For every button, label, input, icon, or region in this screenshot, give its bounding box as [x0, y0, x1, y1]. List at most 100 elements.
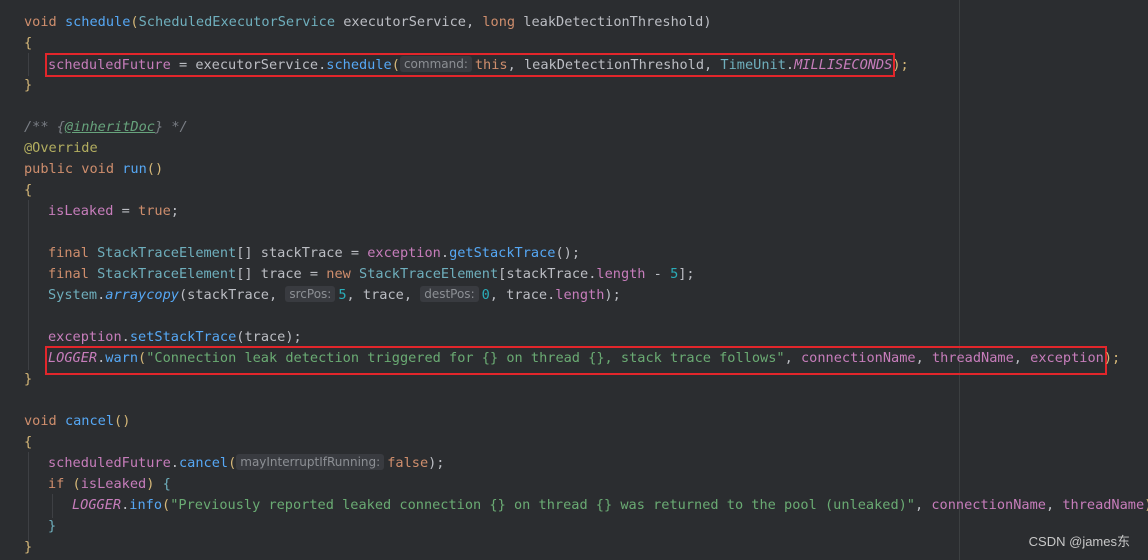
paren: ( [130, 14, 139, 30]
field: length [596, 266, 646, 282]
field: scheduledFuture [48, 57, 171, 73]
method-name: run [122, 161, 147, 177]
text: , trace, [346, 287, 421, 303]
type-name: TimeUnit [720, 57, 786, 73]
code-line-schedule-signature[interactable]: void schedule(ScheduledExecutorService e… [24, 12, 712, 33]
keyword: void [24, 14, 57, 30]
text: . [170, 455, 179, 471]
text: [stackTrace. [498, 266, 597, 282]
paren: ( [138, 350, 147, 366]
constant: LOGGER [48, 350, 98, 366]
right-margin-guide [959, 0, 960, 560]
paren: ) [146, 476, 163, 492]
text: ); [1144, 497, 1148, 513]
text: = [113, 203, 139, 219]
text: ); [604, 287, 621, 303]
doc-comment: /** {@inheritDoc} */ [24, 117, 188, 138]
watermark: CSDN @james东 [1028, 534, 1130, 549]
code-line-cancel-call[interactable]: scheduledFuture.cancel(mayInterruptIfRun… [48, 453, 445, 474]
open-brace: { [24, 182, 33, 198]
keyword: final [48, 266, 89, 282]
code-editor[interactable]: void schedule(ScheduledExecutorService e… [0, 0, 1148, 560]
constant: MILLISECONDS [794, 57, 893, 73]
text: , [1013, 350, 1031, 366]
method-name: cancel [178, 455, 229, 471]
text: ); [892, 57, 909, 73]
paren: ( [391, 57, 400, 73]
field: isLeaked [80, 476, 147, 492]
text: , [915, 497, 932, 513]
code-line-run-signature[interactable]: public void run() [24, 159, 163, 180]
text: (stackTrace, [178, 287, 286, 303]
code-line-logger-info[interactable]: LOGGER.info("Previously reported leaked … [72, 495, 1148, 516]
text: . [440, 245, 450, 261]
text: , trace. [489, 287, 556, 303]
method-name: schedule [64, 14, 131, 30]
type-name: System [48, 287, 98, 303]
method-name: info [129, 497, 163, 513]
paren: ( [64, 476, 81, 492]
number: 0 [481, 287, 490, 303]
text: (trace); [236, 329, 302, 345]
open-brace: { [24, 434, 33, 450]
code-line-stacktrace[interactable]: final StackTraceElement[] stackTrace = e… [48, 243, 580, 264]
type-name: StackTraceElement [97, 266, 237, 282]
type-name: StackTraceElement [97, 245, 237, 261]
code-line-schedule-call[interactable]: scheduledFuture = executorService.schedu… [48, 55, 909, 76]
field: length [555, 287, 605, 303]
text: . [121, 329, 130, 345]
comment: } */ [154, 119, 188, 135]
text: , [1045, 497, 1063, 513]
code-line-setstacktrace[interactable]: exception.setStackTrace(trace); [48, 327, 302, 348]
keyword: long [482, 14, 516, 30]
type-name: StackTraceElement [359, 266, 499, 282]
text: ); [428, 455, 445, 471]
text: [] trace = [236, 266, 327, 282]
text: ]; [678, 266, 695, 282]
text: . [785, 57, 795, 73]
field: exception [48, 329, 122, 345]
keyword: final [48, 245, 89, 261]
keyword: this [474, 57, 508, 73]
method-name: warn [105, 350, 139, 366]
code-line-logger-warn[interactable]: LOGGER.warn("Connection leak detection t… [48, 348, 1120, 369]
param-hint: destPos: [420, 286, 479, 302]
close-brace: } [48, 518, 57, 534]
constant: LOGGER [72, 497, 122, 513]
annotation-override: @Override [24, 140, 98, 156]
code-line-if-isleaked[interactable]: if (isLeaked) { [48, 474, 171, 495]
indent-guide [28, 200, 29, 370]
method-name: cancel [64, 413, 115, 429]
paren: () [114, 413, 131, 429]
keyword: void [24, 413, 57, 429]
code-line-isleaked[interactable]: isLeaked = true; [48, 201, 179, 222]
text: (); [555, 245, 581, 261]
param: leakDetectionThreshold) [515, 14, 712, 30]
text: = executorService. [170, 57, 327, 73]
doc-tag: @inheritDoc [64, 119, 155, 135]
close-brace: } [24, 371, 33, 387]
indent-guide [28, 53, 29, 76]
code-line-cancel-signature[interactable]: void cancel() [24, 411, 130, 432]
param-hint: srcPos: [285, 286, 336, 302]
keyword: true [138, 203, 171, 219]
indent-guide [52, 494, 53, 518]
keyword: new [326, 266, 351, 282]
field: exception [1030, 350, 1104, 366]
field: threadName [931, 350, 1014, 366]
indent-guide [28, 452, 29, 548]
field: isLeaked [48, 203, 114, 219]
text: ; [170, 203, 179, 219]
paren: () [146, 161, 164, 177]
field: threadName [1062, 497, 1145, 513]
field: connectionName [800, 350, 916, 366]
paren: ( [162, 497, 171, 513]
code-line-trace[interactable]: final StackTraceElement[] trace = new St… [48, 264, 695, 285]
code-line-arraycopy[interactable]: System.arraycopy(stackTrace, srcPos: 5, t… [48, 285, 621, 306]
keyword: if [48, 476, 65, 492]
field: exception [367, 245, 441, 261]
method-name: arraycopy [105, 287, 179, 303]
